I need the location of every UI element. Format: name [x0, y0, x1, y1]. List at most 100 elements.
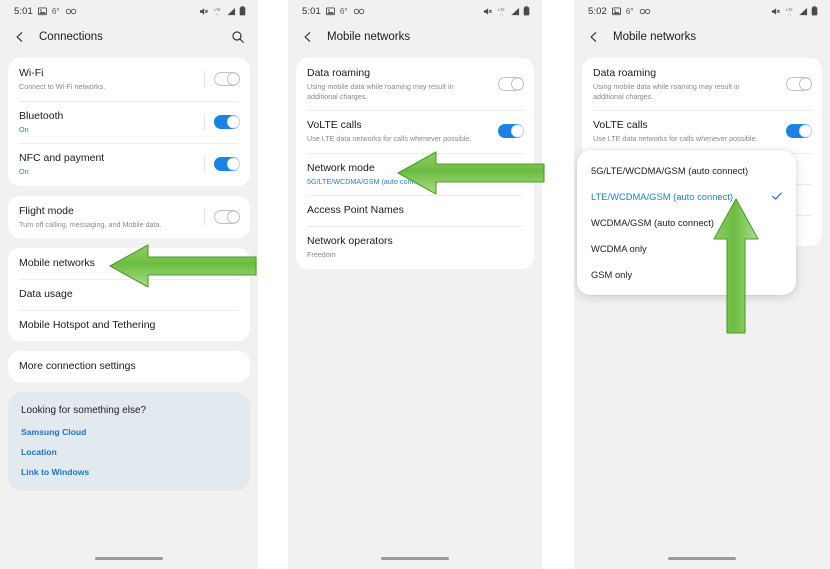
dropdown-option-5g-lte-wcdma-gsm[interactable]: 5G/LTE/WCDMA/GSM (auto connect): [577, 157, 796, 183]
photo-icon: [325, 6, 335, 16]
setting-row-bluetooth[interactable]: Bluetooth On: [8, 100, 250, 144]
status-bar: 5:02 6° LTE ↑↓: [574, 0, 830, 22]
settings-group-connectivity: Wi-Fi Connect to Wi-Fi networks. Bluetoo…: [8, 58, 250, 186]
help-link-link-to-windows[interactable]: Link to Windows: [21, 467, 237, 477]
row-title: Network operators: [307, 235, 393, 247]
row-subtitle: Using mobile data while roaming may resu…: [593, 82, 740, 101]
check-placeholder: [771, 242, 783, 254]
status-bar-left: 5:01 6°: [14, 6, 77, 17]
battery-icon: [811, 6, 818, 16]
toggle-knob: [226, 72, 240, 86]
row-title: More connection settings: [19, 360, 136, 372]
home-indicator[interactable]: [381, 557, 449, 560]
setting-row-flight-mode[interactable]: Flight mode Turn off calling, messaging,…: [8, 196, 250, 239]
status-time: 5:01: [14, 5, 33, 17]
setting-row-volte-calls[interactable]: VoLTE calls Use LTE data networks for ca…: [296, 110, 534, 153]
glasses-icon: [639, 8, 651, 15]
screenshot-stage: 5:01 6° LTE ↑↓ Connections Wi-Fi Connect…: [0, 0, 830, 569]
lte-icon: LTE ↑↓: [784, 7, 795, 16]
row-title: VoLTE calls: [593, 119, 648, 131]
row-subtitle: Freedom: [307, 250, 336, 259]
row-text: Wi-Fi Connect to Wi-Fi networks.: [19, 67, 196, 92]
row-title: VoLTE calls: [307, 119, 362, 131]
status-bar-right: LTE ↑↓: [771, 6, 818, 16]
back-chevron-icon[interactable]: [300, 29, 316, 45]
row-title: Flight mode: [19, 204, 74, 217]
row-text: VoLTE calls Use LTE data networks for ca…: [307, 119, 490, 144]
row-text: Data roaming Using mobile data while roa…: [593, 67, 778, 101]
svg-text:↑↓: ↑↓: [788, 12, 792, 16]
home-indicator[interactable]: [668, 557, 736, 560]
dropdown-option-wcdma-gsm[interactable]: WCDMA/GSM (auto connect): [577, 209, 796, 235]
setting-row-access-point-names[interactable]: Access Point Names: [296, 195, 534, 226]
setting-row-data-roaming[interactable]: Data roaming Using mobile data while roa…: [582, 58, 822, 110]
setting-row-more-connection-settings[interactable]: More connection settings: [8, 351, 250, 382]
vertical-divider: [204, 208, 205, 225]
row-title: Mobile networks: [19, 257, 95, 269]
toggle-knob: [510, 124, 524, 138]
setting-row-wifi[interactable]: Wi-Fi Connect to Wi-Fi networks.: [8, 58, 250, 101]
phone-panel-network-mode-dropdown: 5:02 6° LTE ↑↓ Mobile networks Data roam…: [574, 0, 830, 569]
row-title: Data roaming: [593, 67, 657, 79]
row-text: Flight mode Turn off calling, messaging,…: [19, 205, 196, 230]
check-icon: [771, 190, 783, 202]
nfc-toggle[interactable]: [214, 157, 240, 172]
toggle-knob: [510, 77, 524, 91]
check-placeholder: [771, 216, 783, 228]
settings-group-mobile: Mobile networks Data usage Mobile Hotspo…: [8, 248, 250, 341]
data-roaming-toggle[interactable]: [498, 77, 524, 91]
status-bar-right: LTE ↑↓: [483, 6, 530, 16]
page-title: Mobile networks: [613, 31, 697, 43]
glasses-icon: [65, 8, 77, 15]
help-card-title: Looking for something else?: [21, 405, 147, 416]
dropdown-option-label: WCDMA/GSM (auto connect): [591, 216, 714, 228]
temperature-label: 6°: [51, 6, 60, 16]
search-icon[interactable]: [230, 29, 246, 45]
row-text: VoLTE calls Use LTE data networks for ca…: [593, 119, 778, 144]
row-subtitle: On: [19, 124, 29, 134]
flight-mode-toggle[interactable]: [214, 209, 240, 224]
setting-row-mobile-networks[interactable]: Mobile networks: [8, 248, 250, 279]
setting-row-volte-calls[interactable]: VoLTE calls Use LTE data networks for ca…: [582, 110, 822, 153]
row-subtitle: Connect to Wi-Fi networks.: [19, 82, 106, 91]
help-link-location[interactable]: Location: [21, 447, 237, 457]
svg-text:↑↓: ↑↓: [216, 12, 220, 16]
status-bar: 5:01 6° LTE ↑↓: [288, 0, 542, 22]
data-roaming-toggle[interactable]: [786, 77, 812, 91]
toggle-wrap: [786, 77, 812, 91]
volte-calls-toggle[interactable]: [498, 124, 524, 139]
dropdown-option-wcdma-only[interactable]: WCDMA only: [577, 235, 796, 261]
help-link-samsung-cloud[interactable]: Samsung Cloud: [21, 427, 237, 437]
setting-row-nfc[interactable]: NFC and payment On: [8, 143, 250, 186]
row-subtitle: On: [19, 167, 29, 176]
row-title: Data usage: [19, 288, 73, 300]
row-text: Network mode 5G/LTE/WCDMA/GSM (auto conn…: [307, 162, 524, 187]
dropdown-option-lte-wcdma-gsm[interactable]: LTE/WCDMA/GSM (auto connect): [577, 183, 796, 209]
wifi-toggle[interactable]: [214, 72, 240, 87]
looking-for-something-else-card: Looking for something else? Samsung Clou…: [8, 392, 250, 491]
status-time: 5:02: [588, 5, 607, 17]
setting-row-data-roaming[interactable]: Data roaming Using mobile data while roa…: [296, 58, 534, 110]
toggle-wrap: [204, 156, 240, 173]
dropdown-option-label: GSM only: [591, 268, 633, 280]
bluetooth-toggle[interactable]: [214, 114, 240, 129]
toggle-wrap: [204, 208, 240, 225]
mute-icon: [771, 7, 781, 16]
row-text: Data usage: [19, 288, 240, 301]
phone-panel-mobile-networks: 5:01 6° LTE ↑↓ Mobile networks Data roam…: [288, 0, 542, 569]
mute-icon: [199, 7, 209, 16]
setting-row-network-mode[interactable]: Network mode 5G/LTE/WCDMA/GSM (auto conn…: [296, 152, 534, 196]
home-indicator[interactable]: [95, 557, 163, 560]
photo-icon: [37, 6, 47, 16]
signal-icon: [510, 7, 520, 16]
temperature-label: 6°: [625, 6, 634, 16]
setting-row-data-usage[interactable]: Data usage: [8, 279, 250, 310]
vertical-divider: [204, 156, 205, 173]
back-chevron-icon[interactable]: [12, 29, 28, 45]
setting-row-network-operators[interactable]: Network operators Freedom: [296, 226, 534, 269]
battery-icon: [523, 6, 530, 16]
back-chevron-icon[interactable]: [586, 29, 602, 45]
setting-row-hotspot-tethering[interactable]: Mobile Hotspot and Tethering: [8, 310, 250, 341]
volte-calls-toggle[interactable]: [786, 124, 812, 139]
dropdown-option-gsm-only[interactable]: GSM only: [577, 261, 796, 287]
